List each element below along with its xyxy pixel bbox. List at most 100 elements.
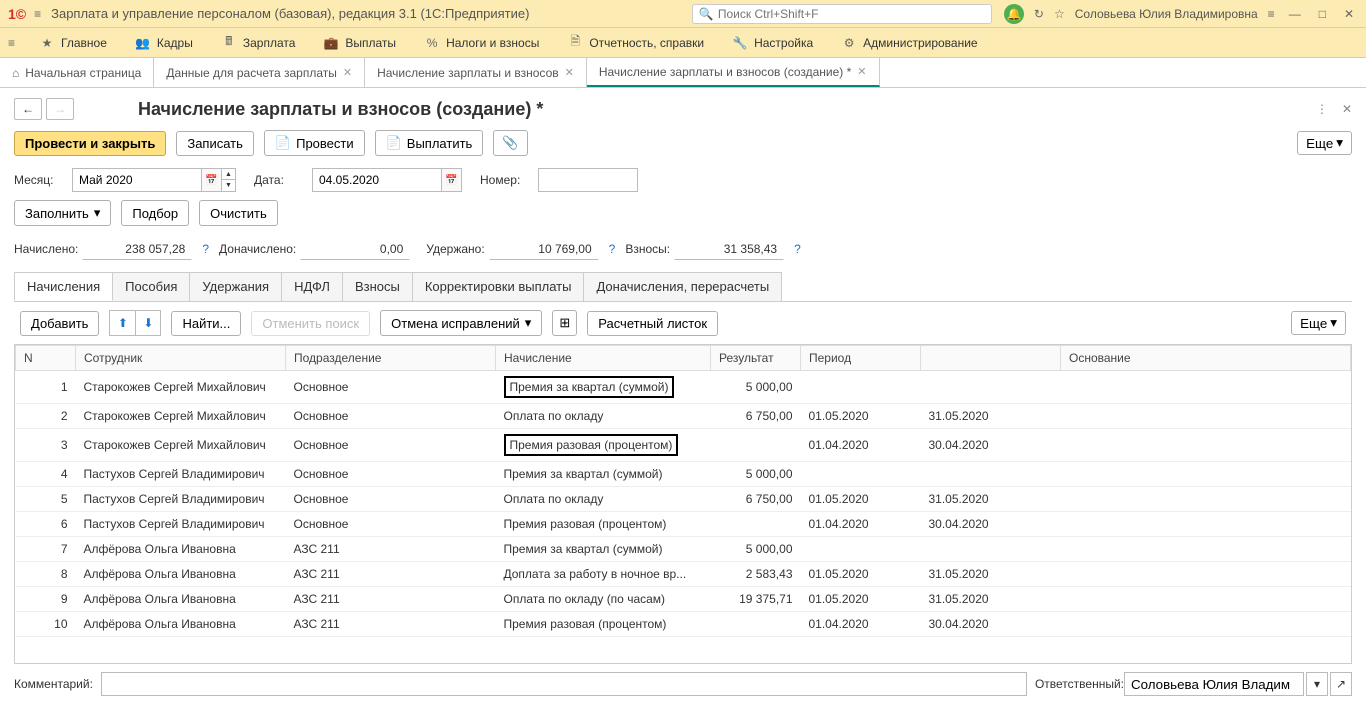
subtab-ndfl[interactable]: НДФЛ	[281, 272, 343, 301]
col-employee[interactable]: Сотрудник	[76, 346, 286, 371]
menu-salary[interactable]: 🖩Зарплата	[217, 31, 300, 55]
donach-value: 0,00	[300, 238, 410, 260]
tab-accrual-create[interactable]: Начисление зарплаты и взносов (создание)…	[587, 58, 880, 87]
close-icon[interactable]: ✕	[1340, 5, 1358, 23]
search-input[interactable]	[718, 7, 985, 21]
table-row[interactable]: 10 Алфёрова Ольга Ивановна АЗС 211 Преми…	[16, 612, 1351, 637]
clear-button[interactable]: Очистить	[199, 200, 278, 226]
cancel-corrections-button[interactable]: Отмена исправлений ▾	[380, 310, 542, 336]
table-row[interactable]: 5 Пастухов Сергей Владимирович Основное …	[16, 487, 1351, 512]
minimize-icon[interactable]: —	[1285, 5, 1305, 23]
col-period-end[interactable]	[921, 346, 1061, 371]
users-icon: 👥	[135, 35, 151, 51]
panel-close-icon[interactable]: ✕	[1342, 102, 1352, 116]
page-title: Начисление зарплаты и взносов (создание)…	[138, 99, 543, 120]
gear-icon: ⚙	[841, 35, 857, 51]
table-row[interactable]: 8 Алфёрова Ольга Ивановна АЗС 211 Доплат…	[16, 562, 1351, 587]
col-department[interactable]: Подразделение	[286, 346, 496, 371]
menu-admin[interactable]: ⚙Администрирование	[837, 31, 981, 55]
kebab-icon[interactable]: ⋮	[1316, 102, 1328, 116]
help-icon[interactable]: ?	[202, 242, 209, 256]
history-icon[interactable]: ↻	[1034, 7, 1044, 21]
subtab-accruals[interactable]: Начисления	[14, 272, 113, 301]
menu-main[interactable]: ★Главное	[35, 31, 111, 55]
responsible-input[interactable]	[1124, 672, 1304, 696]
calendar-icon[interactable]: 📅	[442, 168, 462, 192]
menu-toggle[interactable]: ≡	[34, 7, 41, 21]
nav-back[interactable]: ←	[14, 98, 42, 120]
date-input[interactable]	[312, 168, 442, 192]
chevron-up-icon[interactable]: ▲	[222, 168, 236, 180]
subtab-deductions[interactable]: Удержания	[189, 272, 282, 301]
menu-burger[interactable]: ≡	[8, 36, 15, 50]
filter-icon[interactable]: ≡	[1268, 7, 1275, 21]
dropdown-icon[interactable]: ▾	[1306, 672, 1328, 696]
accruals-table-wrap[interactable]: N Сотрудник Подразделение Начисление Рез…	[14, 344, 1352, 664]
table-more-button[interactable]: Еще▾	[1291, 311, 1346, 335]
favorite-icon[interactable]: ☆	[1054, 7, 1065, 21]
col-n[interactable]: N	[16, 346, 76, 371]
global-search[interactable]: 🔍	[692, 4, 992, 24]
payslip-button[interactable]: Расчетный листок	[587, 311, 718, 336]
table-row[interactable]: 7 Алфёрова Ольга Ивановна АЗС 211 Премия…	[16, 537, 1351, 562]
table-row[interactable]: 4 Пастухов Сергей Владимирович Основное …	[16, 462, 1351, 487]
titlebar: 1© ≡ Зарплата и управление персоналом (б…	[0, 0, 1366, 28]
maximize-icon[interactable]: □	[1315, 5, 1330, 23]
chevron-down-icon[interactable]: ▼	[222, 180, 236, 192]
subtab-contributions[interactable]: Взносы	[342, 272, 413, 301]
notifications-icon[interactable]: 🔔	[1004, 4, 1024, 24]
menu-reports[interactable]: 🗎Отчетность, справки	[563, 31, 708, 55]
post-button[interactable]: 📄Провести	[264, 130, 365, 156]
open-link-icon[interactable]: ↗	[1330, 672, 1352, 696]
close-tab-icon[interactable]: ✕	[857, 65, 866, 78]
comment-input[interactable]	[101, 672, 1027, 696]
help-icon[interactable]: ?	[609, 242, 616, 256]
table-row[interactable]: 9 Алфёрова Ольга Ивановна АЗС 211 Оплата…	[16, 587, 1351, 612]
table-row[interactable]: 3 Старокожев Сергей Михайлович Основное …	[16, 429, 1351, 462]
sub-tabs: Начисления Пособия Удержания НДФЛ Взносы…	[14, 272, 1352, 302]
find-button[interactable]: Найти...	[171, 311, 241, 336]
show-details-button[interactable]: ⊞	[552, 310, 577, 336]
help-icon[interactable]: ?	[794, 242, 801, 256]
subtab-recalc[interactable]: Доначисления, перерасчеты	[583, 272, 782, 301]
doc-icon: 🗎	[567, 35, 583, 51]
tab-home[interactable]: ⌂Начальная страница	[0, 58, 154, 87]
table-row[interactable]: 2 Старокожев Сергей Михайлович Основное …	[16, 404, 1351, 429]
wrench-icon: 🔧	[732, 35, 748, 51]
subtab-benefits[interactable]: Пособия	[112, 272, 190, 301]
menu-payments[interactable]: 💼Выплаты	[319, 31, 400, 55]
nav-forward[interactable]: →	[46, 98, 74, 120]
col-accrual[interactable]: Начисление	[496, 346, 711, 371]
month-input[interactable]	[72, 168, 202, 192]
move-down-button[interactable]: ⬇	[135, 310, 161, 336]
menu-taxes[interactable]: %Налоги и взносы	[420, 31, 543, 55]
menu-settings[interactable]: 🔧Настройка	[728, 31, 817, 55]
pay-button[interactable]: 📄Выплатить	[375, 130, 484, 156]
attach-button[interactable]: 📎	[493, 130, 527, 156]
table-row[interactable]: 1 Старокожев Сергей Михайлович Основное …	[16, 371, 1351, 404]
close-tab-icon[interactable]: ✕	[343, 66, 352, 79]
add-row-button[interactable]: Добавить	[20, 311, 99, 336]
number-input[interactable]	[538, 168, 638, 192]
tab-data[interactable]: Данные для расчета зарплаты✕	[154, 58, 365, 87]
col-basis[interactable]: Основание	[1061, 346, 1351, 371]
menu-personnel[interactable]: 👥Кадры	[131, 31, 197, 55]
calendar-icon[interactable]: 📅	[202, 168, 222, 192]
withheld-value: 10 769,00	[489, 238, 599, 260]
month-stepper[interactable]: ▲▼	[222, 168, 236, 192]
form-row: Месяц: 📅 ▲▼ Дата: 📅 Номер:	[0, 164, 1366, 196]
fill-toolbar: Заполнить ▾ Подбор Очистить	[0, 196, 1366, 230]
subtab-corrections[interactable]: Корректировки выплаты	[412, 272, 585, 301]
tab-accrual-list[interactable]: Начисление зарплаты и взносов✕	[365, 58, 587, 87]
table-row[interactable]: 6 Пастухов Сергей Владимирович Основное …	[16, 512, 1351, 537]
withheld-label: Удержано:	[426, 242, 484, 256]
col-period[interactable]: Период	[801, 346, 921, 371]
fill-button[interactable]: Заполнить ▾	[14, 200, 111, 226]
col-result[interactable]: Результат	[711, 346, 801, 371]
post-and-close-button[interactable]: Провести и закрыть	[14, 131, 166, 156]
more-button[interactable]: Еще▾	[1297, 131, 1352, 155]
select-button[interactable]: Подбор	[121, 200, 189, 226]
move-up-button[interactable]: ⬆	[109, 310, 135, 336]
close-tab-icon[interactable]: ✕	[565, 66, 574, 79]
save-button[interactable]: Записать	[176, 131, 254, 156]
